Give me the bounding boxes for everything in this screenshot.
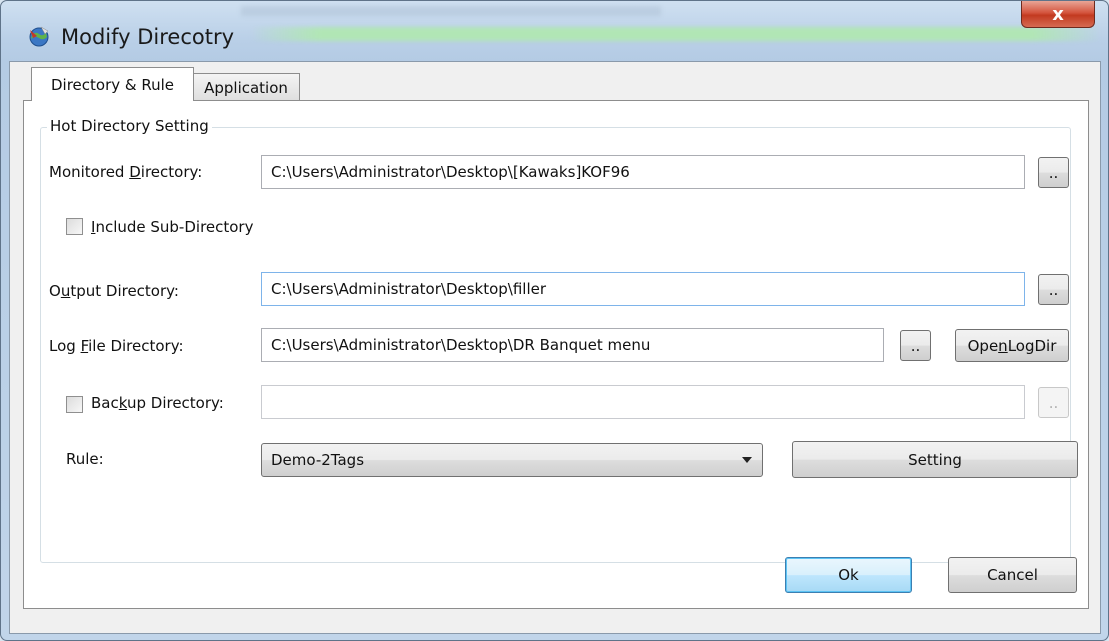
backup-directory-input[interactable] — [261, 385, 1025, 419]
rule-setting-button[interactable]: Setting — [792, 441, 1078, 478]
log-browse-button[interactable]: .. — [900, 330, 931, 361]
rule-label: Rule: — [66, 450, 104, 468]
open-logdir-button[interactable]: Ope n LogDir — [955, 329, 1069, 362]
button-label: .. — [910, 336, 921, 355]
include-subdirectory-label[interactable]: Include Sub-Directory — [91, 218, 253, 236]
tab-directory-rule[interactable]: Directory & Rule — [31, 67, 194, 101]
input-value: C:\Users\Administrator\Desktop\filler — [271, 280, 547, 298]
button-label: Cancel — [987, 566, 1038, 584]
input-value: C:\Users\Administrator\Desktop\[Kawaks]K… — [271, 163, 630, 181]
label-text: Log — [49, 337, 81, 355]
dialog-body: Directory & Rule Application Hot Directo… — [9, 61, 1101, 634]
button-label: Ok — [838, 566, 859, 584]
chevron-down-icon — [742, 457, 752, 463]
input-value: C:\Users\Administrator\Desktop\DR Banque… — [271, 336, 651, 354]
label-accelerator: k — [118, 394, 127, 412]
monitored-directory-label: Monitored Directory: — [49, 163, 202, 181]
tab-application[interactable]: Application — [192, 73, 300, 101]
label-text: O — [49, 282, 61, 300]
log-file-directory-input[interactable]: C:\Users\Administrator\Desktop\DR Banque… — [261, 328, 884, 362]
include-subdirectory-checkbox[interactable] — [66, 218, 83, 235]
background-highlight — [251, 27, 1101, 41]
monitored-directory-input[interactable]: C:\Users\Administrator\Desktop\[Kawaks]K… — [261, 155, 1025, 189]
button-label: .. — [1048, 163, 1059, 182]
button-label: LogDir — [1007, 336, 1057, 355]
button-label: Setting — [908, 450, 962, 469]
backup-browse-button[interactable]: .. — [1038, 387, 1069, 418]
backup-directory-label[interactable]: Backup Directory: — [91, 394, 224, 412]
label-text: Monitored — [49, 163, 130, 181]
monitored-browse-button[interactable]: .. — [1038, 157, 1069, 188]
cancel-button[interactable]: Cancel — [948, 557, 1077, 593]
button-label: .. — [1048, 280, 1059, 299]
background-blur — [241, 6, 661, 16]
title-bar: Modify Direcotry x — [1, 1, 1108, 49]
button-label: Ope — [967, 336, 999, 355]
button-accelerator: n — [998, 336, 1008, 355]
ok-button[interactable]: Ok — [785, 557, 912, 593]
close-icon: x — [1052, 3, 1064, 25]
label-text: nclude Sub-Directory — [95, 218, 254, 236]
label-text: irectory: — [140, 163, 203, 181]
window-title: Modify Direcotry — [61, 25, 235, 49]
output-browse-button[interactable]: .. — [1038, 274, 1069, 305]
label-text: up Directory: — [126, 394, 224, 412]
label-accelerator: D — [129, 163, 141, 181]
tab-label: Application — [204, 78, 288, 97]
log-file-directory-label: Log File Directory: — [49, 337, 184, 355]
tab-label: Directory & Rule — [50, 75, 175, 94]
group-title: Hot Directory Setting — [47, 117, 212, 135]
label-accelerator: u — [60, 282, 71, 300]
backup-directory-checkbox[interactable] — [66, 396, 83, 413]
globe-icon — [29, 26, 49, 47]
tab-panel: Hot Directory Setting Monitored Director… — [23, 100, 1089, 609]
close-button[interactable]: x — [1021, 1, 1095, 28]
label-text: Bac — [91, 394, 119, 412]
output-directory-label: Output Directory: — [49, 282, 179, 300]
select-value: Demo-2Tags — [271, 451, 365, 469]
label-text: ile Directory: — [88, 337, 184, 355]
modify-directory-dialog: Modify Direcotry x Directory & Rule Appl… — [0, 0, 1109, 641]
label-text: tput Directory: — [70, 282, 179, 300]
output-directory-input[interactable]: C:\Users\Administrator\Desktop\filler — [261, 272, 1025, 306]
label-accelerator: F — [80, 337, 89, 355]
rule-select[interactable]: Demo-2Tags — [261, 443, 763, 477]
button-label: .. — [1048, 393, 1059, 412]
